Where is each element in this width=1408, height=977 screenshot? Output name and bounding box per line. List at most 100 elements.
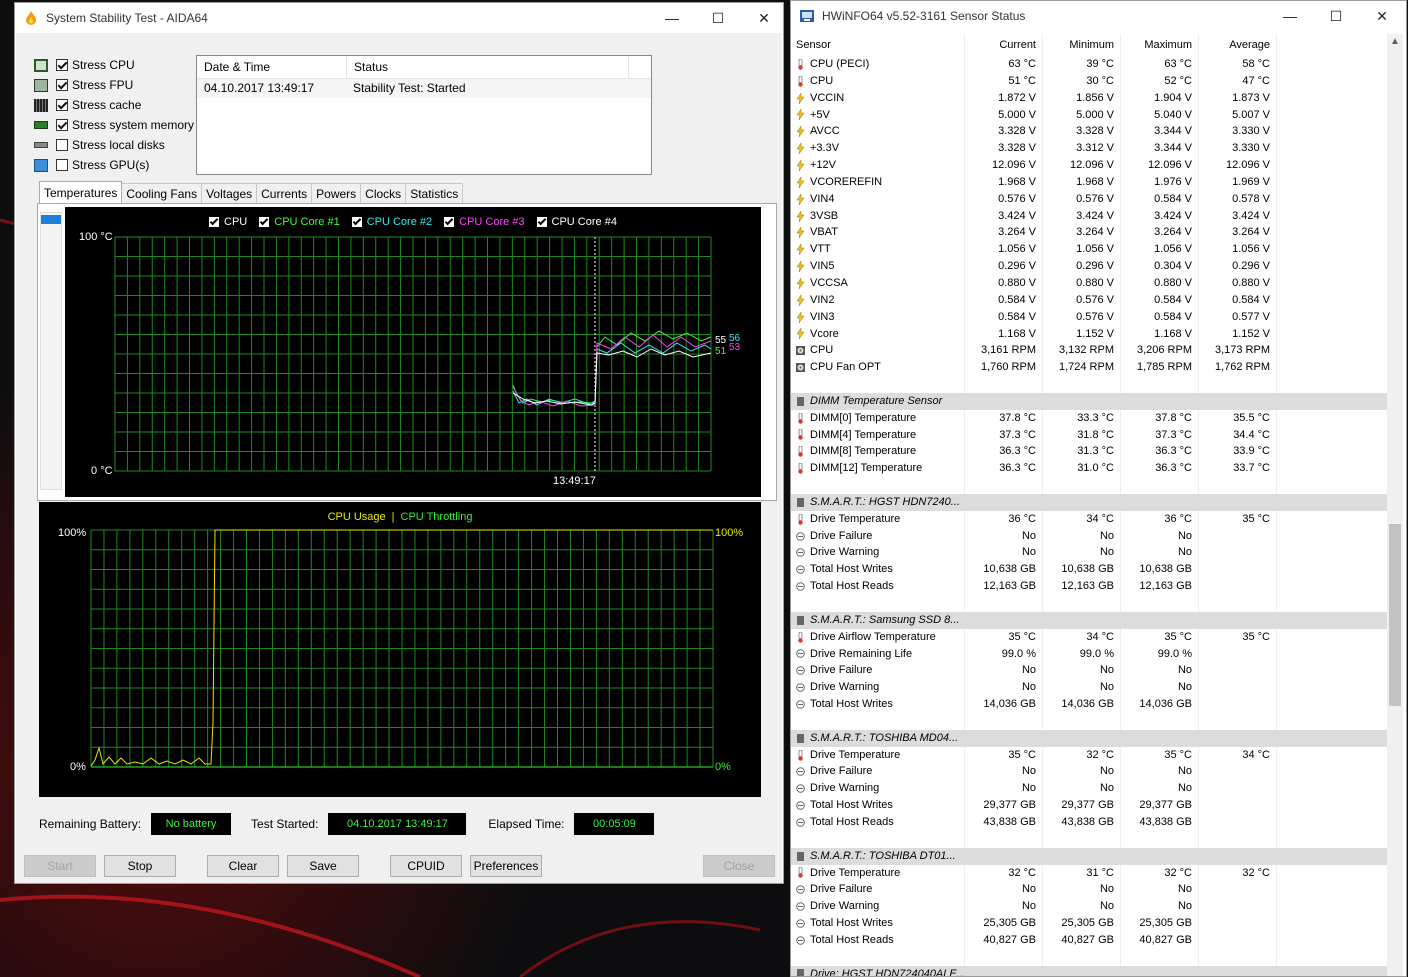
clear-button[interactable]: Clear <box>207 855 279 877</box>
aida-titlebar[interactable]: System Stability Test - AIDA64 — ☐ ✕ <box>15 3 783 33</box>
table-row[interactable]: DIMM[0] Temperature 37.8 °C 33.3 °C 37.8 °C… <box>791 409 1387 427</box>
minimum-value: No <box>1043 679 1121 697</box>
close-button[interactable]: Close <box>703 855 775 877</box>
table-row[interactable]: DIMM[12] Temperature 36.3 °C 31.0 °C 36.3 °… <box>791 460 1387 478</box>
average-value: 1.873 V <box>1199 89 1277 107</box>
minimum-column-header[interactable]: Minimum <box>1043 34 1121 56</box>
save-button[interactable]: Save <box>287 855 359 877</box>
table-row[interactable]: Drive Temperature 32 °C 31 °C 32 °C 32 °C <box>791 864 1387 882</box>
table-row[interactable]: CPU Fan OPT 1,760 RPM 1,724 RPM 1,785 RPM 1,… <box>791 359 1387 377</box>
table-row[interactable]: Total Host Reads 12,163 GB 12,163 GB 12,163… <box>791 578 1387 595</box>
table-row[interactable]: DIMM[4] Temperature 37.3 °C 31.8 °C 37.3 °C… <box>791 426 1387 444</box>
stress-fpu-checkbox[interactable] <box>56 79 68 91</box>
stress-memory-row[interactable]: Stress system memory <box>34 115 194 135</box>
table-row[interactable]: VIN3 0.584 V 0.576 V 0.584 V 0.577 V <box>791 308 1387 326</box>
stress-gpu-checkbox[interactable] <box>56 159 68 171</box>
table-row[interactable]: Drive Failure No No No <box>791 763 1387 781</box>
hwinfo-titlebar[interactable]: HWiNFO64 v5.52-3161 Sensor Status — ☐ ✕ <box>791 1 1406 31</box>
close-window-button[interactable]: ✕ <box>741 3 787 33</box>
stress-cpu-checkbox[interactable] <box>56 59 68 71</box>
stress-gpu-row[interactable]: Stress GPU(s) <box>34 155 194 175</box>
tab-powers[interactable]: Powers <box>311 183 362 203</box>
hwinfo-minimize-button[interactable]: — <box>1267 1 1313 31</box>
table-row[interactable]: CPU 51 °C 30 °C 52 °C 47 °C <box>791 72 1387 90</box>
table-row[interactable]: Total Host Reads 43,838 GB 43,838 GB 43,838… <box>791 813 1387 831</box>
table-row[interactable]: Drive Failure No No No <box>791 662 1387 680</box>
table-row[interactable]: VCCIN 1.872 V 1.856 V 1.904 V 1.873 V <box>791 89 1387 107</box>
table-row[interactable]: VIN5 0.296 V 0.296 V 0.304 V 0.296 V <box>791 258 1387 275</box>
table-row[interactable]: Drive Remaining Life 99.0 % 99.0 % 99.0 % <box>791 645 1387 663</box>
tab-statistics[interactable]: Statistics <box>405 183 464 203</box>
table-row[interactable]: Drive Temperature 36 °C 34 °C 36 °C 35 °C <box>791 510 1387 528</box>
table-row[interactable]: 3VSB 3.424 V 3.424 V 3.424 V 3.424 V <box>791 207 1387 225</box>
tab-temperatures[interactable]: Temperatures <box>39 181 123 203</box>
sensor-group-row[interactable]: S.M.A.R.T.: Samsung SSD 8... <box>791 611 1387 629</box>
status-column-header[interactable]: Status <box>347 56 629 78</box>
sensor-group-row[interactable]: S.M.A.R.T.: TOSHIBA DT01... <box>791 847 1387 865</box>
current-column-header[interactable]: Current <box>965 34 1043 56</box>
table-row[interactable]: 04.10.2017 13:49:17 Stability Test: Star… <box>197 79 651 98</box>
stress-memory-checkbox[interactable] <box>56 119 68 131</box>
stress-fpu-row[interactable]: Stress FPU <box>34 75 194 95</box>
table-row[interactable]: VIN4 0.576 V 0.576 V 0.584 V 0.578 V <box>791 190 1387 208</box>
table-row[interactable]: Total Host Writes 10,638 GB 10,638 GB 10,63… <box>791 561 1387 579</box>
start-button[interactable]: Start <box>24 855 96 877</box>
maximize-button[interactable]: ☐ <box>695 3 741 33</box>
hwinfo-close-button[interactable]: ✕ <box>1359 1 1405 31</box>
table-row[interactable]: DIMM[8] Temperature 36.3 °C 31.3 °C 36.3 °C… <box>791 443 1387 461</box>
table-row[interactable]: CPU 3,161 RPM 3,132 RPM 3,206 RPM 3,173 RPM <box>791 342 1387 360</box>
datetime-column-header[interactable]: Date & Time <box>197 56 347 78</box>
maximum-value: 35 °C <box>1121 746 1199 764</box>
table-row[interactable]: Drive Airflow Temperature 35 °C 34 °C 35 °C… <box>791 628 1387 646</box>
sensor-group-row[interactable]: Drive: HGST HDN724040ALE... <box>791 965 1387 976</box>
stress-cpu-row[interactable]: Stress CPU <box>34 55 194 75</box>
average-column-header[interactable]: Average <box>1199 34 1277 56</box>
table-row[interactable]: Drive Warning No No No <box>791 544 1387 562</box>
tab-cooling-fans[interactable]: Cooling Fans <box>121 183 203 203</box>
table-row[interactable]: +5V 5.000 V 5.000 V 5.040 V 5.007 V <box>791 106 1387 124</box>
table-row[interactable]: VCOREREFIN 1.968 V 1.968 V 1.976 V 1.969 V <box>791 173 1387 191</box>
table-row[interactable]: VBAT 3.264 V 3.264 V 3.264 V 3.264 V <box>791 224 1387 242</box>
sensor-group-row[interactable]: S.M.A.R.T.: HGST HDN7240... <box>791 493 1387 511</box>
tab-voltages[interactable]: Voltages <box>201 183 258 203</box>
table-row[interactable]: Vcore 1.168 V 1.152 V 1.168 V 1.152 V <box>791 325 1387 343</box>
table-row[interactable]: Total Host Reads 40,827 GB 40,827 GB 40,827… <box>791 931 1387 949</box>
table-row[interactable]: VCCSA 0.880 V 0.880 V 0.880 V 0.880 V <box>791 274 1387 292</box>
table-row[interactable]: +12V 12.096 V 12.096 V 12.096 V 12.096 V <box>791 157 1387 174</box>
stop-button[interactable]: Stop <box>104 855 176 877</box>
table-row[interactable]: Drive Failure No No No <box>791 881 1387 899</box>
maximum-column-header[interactable]: Maximum <box>1121 34 1199 56</box>
table-row[interactable]: +3.3V 3.328 V 3.312 V 3.344 V 3.330 V <box>791 140 1387 158</box>
table-row[interactable]: VTT 1.056 V 1.056 V 1.056 V 1.056 V <box>791 241 1387 259</box>
table-row[interactable]: Drive Temperature 35 °C 32 °C 35 °C 34 °C <box>791 746 1387 764</box>
table-row[interactable]: CPU (PECI) 63 °C 39 °C 63 °C 58 °C <box>791 56 1387 73</box>
sensor-group-row[interactable]: DIMM Temperature Sensor <box>791 392 1387 410</box>
table-row[interactable]: AVCC 3.328 V 3.328 V 3.344 V 3.330 V <box>791 123 1387 141</box>
scroll-up-icon[interactable]: ▲ <box>1387 36 1403 47</box>
sensor-scrollbar[interactable]: ▲ <box>1387 34 1403 976</box>
sensor-list-scrollbar[interactable] <box>40 212 62 490</box>
sensor-column-header[interactable]: Sensor <box>791 34 965 56</box>
table-row[interactable]: Drive Failure No No No <box>791 527 1387 545</box>
table-row[interactable]: Drive Warning No No No <box>791 679 1387 697</box>
sensor-group-row[interactable]: S.M.A.R.T.: TOSHIBA MD04... <box>791 729 1387 747</box>
cpuid-button[interactable]: CPUID <box>390 855 462 877</box>
stress-disks-checkbox[interactable] <box>56 139 68 151</box>
aida64-window: System Stability Test - AIDA64 — ☐ ✕ Str… <box>14 2 784 884</box>
minimize-button[interactable]: — <box>649 3 695 33</box>
table-row[interactable]: Drive Warning No No No <box>791 898 1387 916</box>
tab-currents[interactable]: Currents <box>256 183 313 203</box>
table-row[interactable]: VIN2 0.584 V 0.576 V 0.584 V 0.584 V <box>791 291 1387 309</box>
table-row[interactable]: Drive Warning No No No <box>791 780 1387 798</box>
scrollbar-thumb[interactable] <box>1389 524 1401 706</box>
stress-disks-row[interactable]: Stress local disks <box>34 135 194 155</box>
stress-cache-checkbox[interactable] <box>56 99 68 111</box>
tab-clocks[interactable]: Clocks <box>360 183 407 203</box>
table-row[interactable]: Total Host Writes 25,305 GB 25,305 GB 25,30… <box>791 915 1387 932</box>
table-row[interactable]: Total Host Writes 14,036 GB 14,036 GB 14,03… <box>791 696 1387 713</box>
test-started-value: 04.10.2017 13:49:17 <box>328 813 467 835</box>
hwinfo-maximize-button[interactable]: ☐ <box>1313 1 1359 31</box>
preferences-button[interactable]: Preferences <box>470 855 542 877</box>
table-row[interactable]: Total Host Writes 29,377 GB 29,377 GB 29,37… <box>791 797 1387 814</box>
stress-cache-row[interactable]: Stress cache <box>34 95 194 115</box>
